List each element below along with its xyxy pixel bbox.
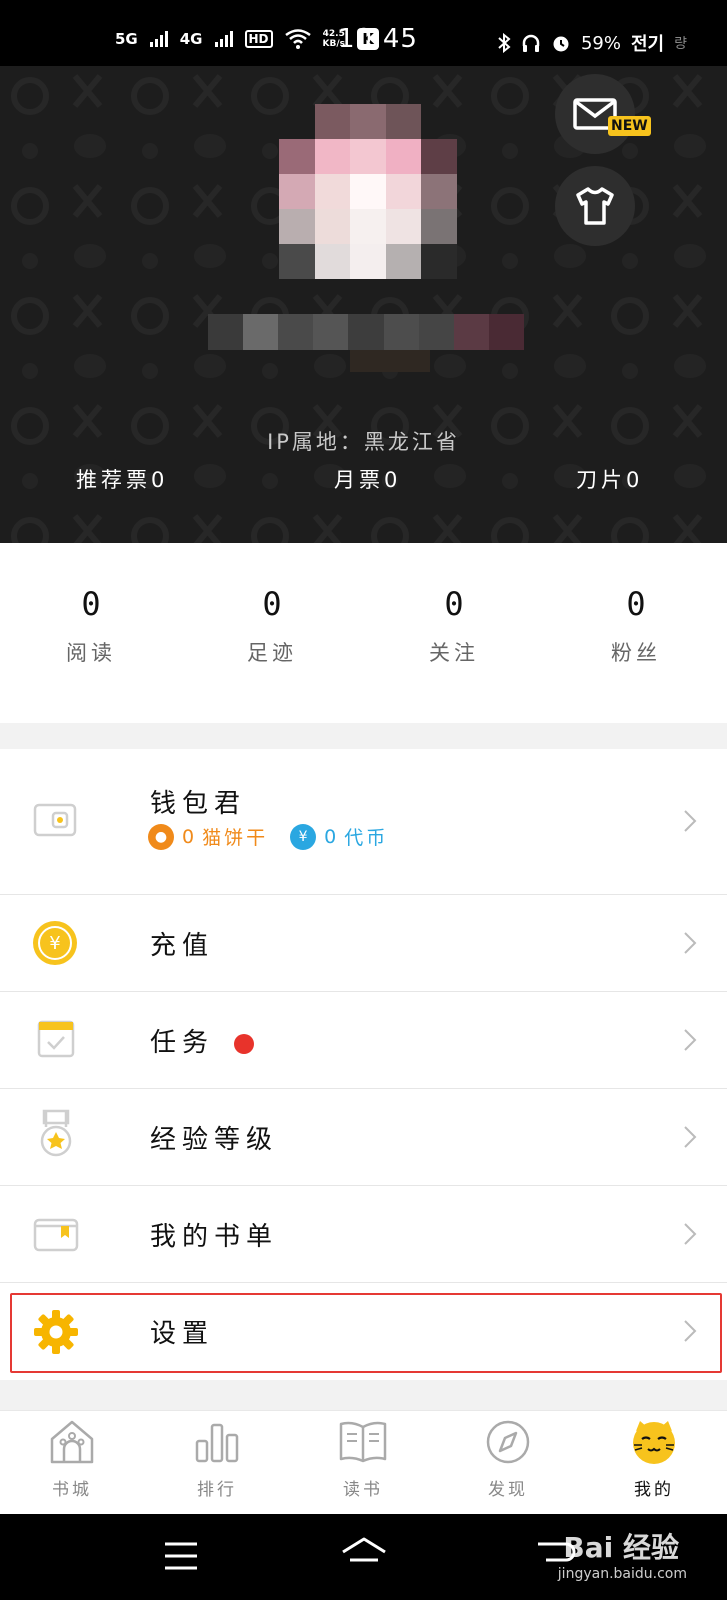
message-button[interactable] <box>555 74 635 154</box>
yuan-coin-icon: ¥ <box>33 921 77 965</box>
nav-label: 排行 <box>197 1480 237 1500</box>
chevron-right-icon <box>684 1029 697 1051</box>
signal-icon <box>149 31 168 47</box>
battery-label: 전기 <box>630 34 665 55</box>
section-divider-bottom <box>0 1380 727 1410</box>
wifi-icon <box>284 29 311 49</box>
stat-label: 粉丝 <box>611 641 661 665</box>
menu-item-recharge[interactable]: ¥ 充值 <box>0 895 727 992</box>
cookie-label: 猫饼干 <box>202 827 269 849</box>
monthly-ticket[interactable]: 月票0 <box>334 464 401 494</box>
settings-highlight-box <box>10 1293 722 1373</box>
cookie-amount: 0 <box>182 825 195 848</box>
nav-bookstore[interactable]: 书城 <box>22 1419 122 1500</box>
alarm-icon <box>553 36 569 52</box>
cookie-icon: ● <box>148 823 174 850</box>
recharge-label: 充值 <box>150 931 215 961</box>
stat-value: 0 <box>262 585 282 623</box>
avatar[interactable] <box>279 104 457 314</box>
nav-ranking[interactable]: 排行 <box>167 1419 267 1500</box>
chevron-right-icon <box>684 1126 697 1148</box>
menu-icon[interactable] <box>164 1542 198 1570</box>
nav-reading[interactable]: 读书 <box>313 1419 413 1500</box>
coin-label: 代币 <box>344 827 389 849</box>
status-right: 59% 전기 량 <box>497 30 687 56</box>
calendar-check-icon <box>37 1020 75 1058</box>
yuan-symbol: ¥ <box>38 926 72 960</box>
level-label: 经验等级 <box>150 1125 279 1155</box>
stat-label: 关注 <box>429 641 479 665</box>
hd-indicator: HD <box>244 30 273 48</box>
stat-footprint[interactable]: 0 足迹 <box>222 585 322 667</box>
wardrobe-button[interactable] <box>555 166 635 246</box>
level-badge-blurred <box>350 350 430 372</box>
stat-following[interactable]: 0 关注 <box>404 585 504 667</box>
watermark-url: jingyan.baidu.com <box>557 1566 687 1582</box>
cat-face-icon <box>633 1421 675 1464</box>
coin-icon: ¥ <box>290 823 317 850</box>
tshirt-icon <box>576 187 614 225</box>
stat-reading[interactable]: 0 阅读 <box>41 585 141 667</box>
book-icon <box>339 1421 387 1463</box>
menu-item-booklist[interactable]: 我的书单 <box>0 1186 727 1283</box>
nav-label: 我的 <box>634 1480 674 1500</box>
nav-me[interactable]: 我的 <box>604 1419 704 1500</box>
menu-item-level[interactable]: 经验等级 <box>0 1089 727 1186</box>
home-icon[interactable] <box>340 1536 388 1574</box>
booklist-label: 我的书单 <box>150 1222 279 1252</box>
nav-discover[interactable]: 发现 <box>458 1419 558 1500</box>
ranking-icon <box>195 1423 239 1463</box>
recommend-ticket[interactable]: 推荐票0 <box>76 464 168 494</box>
headphones-icon <box>522 34 540 52</box>
wallet-icon <box>33 803 77 837</box>
notification-dot <box>234 1034 254 1054</box>
nickname-blurred <box>208 314 524 350</box>
wallet-label: 钱包君 <box>150 789 247 819</box>
blade-ticket[interactable]: 刀片0 <box>576 464 643 494</box>
bookstore-icon <box>50 1420 94 1464</box>
coin-amount: 0 <box>324 825 337 848</box>
stat-value: 0 <box>81 585 101 623</box>
menu-item-tasks[interactable]: 任务 <box>0 992 727 1089</box>
battery-percent: 59% <box>580 32 621 54</box>
medal-icon <box>40 1109 72 1157</box>
chevron-right-icon <box>684 932 697 954</box>
nav-label: 书城 <box>52 1480 92 1500</box>
nav-label: 发现 <box>488 1480 528 1500</box>
system-nav-bar: Bai 经验 jingyan.baidu.com <box>0 1514 727 1600</box>
bluetooth-icon <box>498 33 511 53</box>
profile-header: NEW IP属地：黑龙江省 推荐票0 月票0 刀片0 <box>0 66 727 543</box>
menu-item-wallet[interactable]: 钱包君 ● 0 猫饼干 ¥ 0 代币 <box>0 749 727 895</box>
stat-label: 阅读 <box>66 641 116 665</box>
compass-icon <box>486 1420 530 1464</box>
ip-location: IP属地：黑龙江省 <box>267 430 460 454</box>
wallet-balances: ● 0 猫饼干 ¥ 0 代币 <box>148 823 388 850</box>
tasks-label: 任务 <box>150 1028 215 1058</box>
network-5g: 5G <box>115 30 138 48</box>
watermark-logo: Bai 经验 <box>563 1531 679 1564</box>
network-4g: 4G <box>179 30 203 48</box>
nav-label: 读书 <box>343 1480 383 1500</box>
stats-row: 0 阅读 0 足迹 0 关注 0 粉丝 <box>0 543 727 723</box>
battery-extra: 량 <box>674 36 687 52</box>
chevron-right-icon <box>684 810 697 832</box>
bottom-nav: 书城 排行 读书 发现 我的 <box>0 1410 727 1514</box>
clock: 10:45 <box>338 24 418 54</box>
signal-icon-2 <box>214 31 233 47</box>
chevron-right-icon <box>684 1223 697 1245</box>
stat-value: 0 <box>444 585 464 623</box>
stat-fans[interactable]: 0 粉丝 <box>586 585 686 667</box>
section-divider <box>0 723 727 749</box>
stat-value: 0 <box>626 585 646 623</box>
new-badge: NEW <box>608 116 651 136</box>
stat-label: 足迹 <box>247 641 297 665</box>
bookmark-folder-icon <box>33 1218 79 1252</box>
